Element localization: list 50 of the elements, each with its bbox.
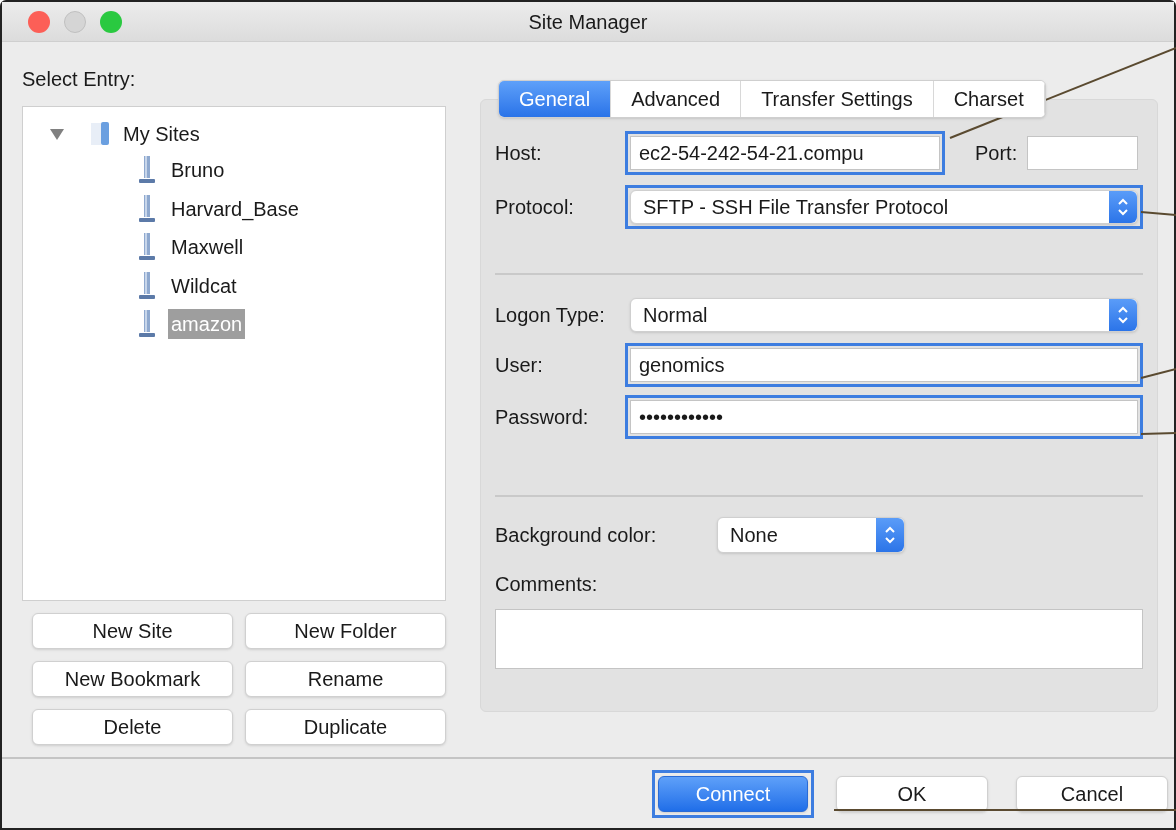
field-label: Port:: [975, 141, 1018, 166]
entry-button[interactable]: New Site: [32, 613, 233, 649]
tree-item[interactable]: Wildcat: [168, 270, 240, 301]
tree-item[interactable]: My Sites: [123, 119, 200, 149]
minimize-icon[interactable]: [64, 10, 86, 33]
dialog-button[interactable]: Connect: [658, 775, 808, 812]
dialog-button[interactable]: Cancel: [1016, 775, 1168, 812]
host-field[interactable]: ec2-54-242-54-21.compu: [630, 136, 940, 170]
tree-item[interactable]: Maxwell: [168, 232, 247, 263]
window-title: Site Manager: [528, 9, 648, 35]
disclosure-icon[interactable]: [49, 127, 65, 141]
tab[interactable]: Charset: [933, 81, 1045, 117]
section-label: Select Entry:: [22, 67, 137, 92]
server-icon: [138, 309, 156, 340]
comments-field[interactable]: [495, 609, 1143, 669]
leader-line: [1140, 432, 1176, 435]
port-field[interactable]: [1027, 136, 1138, 170]
field-label: Protocol:: [495, 195, 575, 220]
logon-type-select[interactable]: Normal: [630, 298, 1138, 332]
dialog-button[interactable]: OK: [836, 775, 988, 812]
field-label: Comments:: [495, 573, 598, 595]
server-icon: [138, 155, 156, 186]
user-field[interactable]: genomics: [630, 348, 1138, 382]
entry-button[interactable]: Duplicate: [245, 709, 446, 745]
tree-item[interactable]: Bruno: [168, 155, 228, 186]
field-label: Logon Type:: [495, 303, 606, 328]
entry-button[interactable]: Delete: [32, 709, 233, 745]
tree-item[interactable]: Harvard_Base: [168, 193, 302, 224]
leader-line: [1140, 211, 1176, 216]
field-label: User:: [495, 353, 544, 378]
protocol-select[interactable]: SFTP - SSH File Transfer Protocol: [630, 190, 1138, 224]
entry-button[interactable]: New Bookmark: [32, 661, 233, 697]
stepper-icon: [1109, 191, 1137, 223]
password-field[interactable]: ••••••••••••: [630, 400, 1138, 434]
background-color-select[interactable]: None: [717, 517, 905, 553]
entry-button[interactable]: New Folder: [245, 613, 446, 649]
close-icon[interactable]: [28, 10, 50, 33]
field-label: Host:: [495, 141, 543, 166]
stepper-icon: [876, 518, 904, 552]
tab[interactable]: Transfer Settings: [741, 81, 934, 117]
server-icon: [138, 232, 156, 263]
tab[interactable]: Advanced: [611, 81, 742, 117]
stepper-icon: [1109, 299, 1137, 331]
leader-line: [1140, 368, 1176, 379]
field-label: Background color:: [495, 523, 658, 548]
entry-button[interactable]: Rename: [245, 661, 446, 697]
zoom-icon[interactable]: [100, 10, 122, 33]
server-icon: [138, 270, 156, 301]
field-label: Password:: [495, 405, 590, 430]
server-icon: [138, 193, 156, 224]
